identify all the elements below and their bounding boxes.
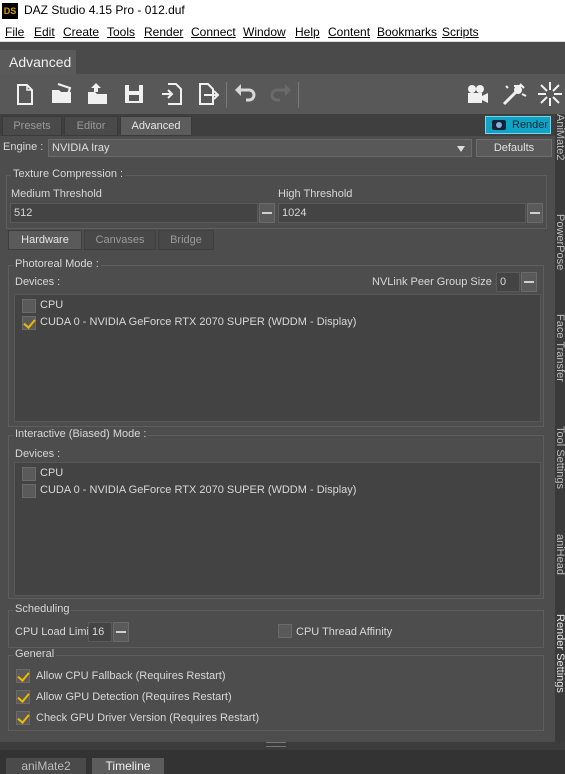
render-settings-pane: Texture Compression : Medium Threshold 5… (0, 160, 555, 742)
cpu-thread-affinity-checkbox[interactable] (278, 624, 292, 638)
nvlink-stepper[interactable] (521, 272, 537, 292)
defaults-button[interactable]: Defaults (476, 139, 552, 157)
main-toolbar (0, 74, 565, 114)
layout-tab-advanced[interactable]: Advanced (0, 50, 76, 74)
undo-icon[interactable] (232, 80, 260, 108)
allow-gpu-detection-label: Allow GPU Detection (Requires Restart) (36, 691, 232, 703)
interactive-cuda0-checkbox[interactable] (22, 484, 36, 498)
side-tab-anihead[interactable]: aniHead (555, 534, 565, 584)
cpu-thread-affinity-label: CPU Thread Affinity (296, 626, 393, 638)
tab-hardware[interactable]: Hardware (8, 230, 82, 250)
interactive-devices-label: Devices : (15, 448, 61, 460)
render-button-label: Render (512, 119, 549, 131)
spotlight-icon[interactable] (500, 80, 528, 108)
import-icon[interactable] (158, 80, 186, 108)
new-file-icon[interactable] (10, 80, 38, 108)
side-tab-animate2[interactable]: AniMate2 (555, 114, 565, 186)
photoreal-cpu-checkbox[interactable] (22, 299, 36, 313)
tab-bridge[interactable]: Bridge (158, 230, 214, 250)
engine-select-value: NVIDIA Iray (52, 142, 110, 154)
camera-icon (492, 120, 506, 130)
interactive-cuda0-label: CUDA 0 - NVIDIA GeForce RTX 2070 SUPER (… (40, 484, 357, 496)
open-folder-icon[interactable] (48, 80, 76, 108)
title-bar: DS DAZ Studio 4.15 Pro - 012.duf (0, 0, 565, 22)
photoreal-mode-title: Photoreal Mode : (13, 258, 101, 270)
splitter-grip-icon (266, 742, 286, 747)
daz-logo-icon: DS (2, 3, 18, 19)
menu-tools[interactable]: Tools (107, 25, 135, 39)
medium-threshold-label: Medium Threshold (11, 188, 102, 200)
medium-threshold-field[interactable]: 512 (10, 203, 258, 223)
render-button[interactable]: Render (485, 116, 551, 134)
cpu-load-limit-stepper[interactable] (113, 622, 129, 642)
render-camera-icon[interactable] (462, 80, 490, 108)
menu-help[interactable]: Help (295, 25, 320, 39)
photoreal-devices-label: Devices : (15, 276, 61, 288)
photoreal-cuda0-checkbox[interactable] (22, 316, 36, 330)
engine-select[interactable]: NVIDIA Iray (48, 139, 472, 157)
high-threshold-field[interactable]: 1024 (278, 203, 526, 223)
save-icon[interactable] (120, 80, 148, 108)
engine-row: Engine : NVIDIA Iray Defaults (0, 136, 555, 160)
export-icon[interactable] (194, 80, 222, 108)
nvlink-field[interactable]: 0 (496, 272, 520, 292)
menu-connect[interactable]: Connect (191, 25, 236, 39)
interactive-mode-title: Interactive (Biased) Mode : (13, 428, 149, 440)
side-tab-powerpose[interactable]: PowerPose (555, 214, 565, 294)
light-burst-icon[interactable] (536, 80, 564, 108)
medium-threshold-slider[interactable] (259, 203, 275, 223)
pane-tab-bar: Presets Editor Advanced (0, 114, 555, 136)
photoreal-cpu-label: CPU (40, 299, 64, 311)
interactive-device-list: CPU CUDA 0 - NVIDIA GeForce RTX 2070 SUP… (14, 462, 541, 596)
nvlink-label: NVLink Peer Group Size : (372, 276, 498, 288)
tab-presets[interactable]: Presets (2, 116, 62, 136)
toolbar-separator (298, 82, 299, 108)
merge-icon[interactable] (84, 80, 112, 108)
toolbar-separator (226, 82, 227, 108)
allow-cpu-fallback-label: Allow CPU Fallback (Requires Restart) (36, 670, 226, 682)
menu-file[interactable]: File (5, 25, 24, 39)
high-threshold-label: High Threshold (278, 188, 353, 200)
high-threshold-slider[interactable] (527, 203, 543, 223)
photoreal-device-list: CPU CUDA 0 - NVIDIA GeForce RTX 2070 SUP… (14, 294, 541, 422)
check-gpu-driver-label: Check GPU Driver Version (Requires Resta… (36, 712, 260, 724)
menu-bar: File Edit Create Tools Render Connect Wi… (0, 22, 565, 42)
side-tab-tool-settings[interactable]: Tool Settings (555, 426, 565, 510)
interactive-cpu-label: CPU (40, 467, 64, 479)
menu-scripts[interactable]: Scripts (442, 25, 479, 39)
layout-tab-strip (0, 42, 565, 74)
cpu-load-limit-field[interactable]: 16 (88, 622, 112, 642)
menu-render[interactable]: Render (144, 25, 183, 39)
side-tab-render-settings[interactable]: Render Settings (555, 614, 565, 706)
engine-label: Engine : (3, 141, 44, 153)
allow-cpu-fallback-checkbox[interactable] (16, 669, 30, 683)
tab-advanced[interactable]: Advanced (120, 116, 192, 136)
cpu-load-limit-label: CPU Load Limit (15, 626, 93, 638)
texture-compression-title: Texture Compression : (11, 168, 126, 180)
redo-icon[interactable] (266, 80, 294, 108)
menu-content[interactable]: Content (328, 25, 370, 39)
interactive-cpu-checkbox[interactable] (22, 467, 36, 481)
side-tab-face-transfer[interactable]: Face Transfer (555, 314, 565, 404)
pane-splitter[interactable] (0, 742, 555, 750)
tab-timeline[interactable]: Timeline (92, 758, 164, 774)
menu-window[interactable]: Window (243, 25, 286, 39)
menu-create[interactable]: Create (63, 25, 99, 39)
photoreal-cuda0-label: CUDA 0 - NVIDIA GeForce RTX 2070 SUPER (… (40, 316, 357, 328)
tab-animate2[interactable]: aniMate2 (6, 758, 86, 774)
allow-gpu-detection-checkbox[interactable] (16, 690, 30, 704)
side-tab-bar: AniMate2 PowerPose Face Transfer Tool Se… (555, 114, 565, 742)
tab-canvases[interactable]: Canvases (84, 230, 156, 250)
check-gpu-driver-checkbox[interactable] (16, 711, 30, 725)
general-title: General (13, 648, 57, 660)
bottom-tab-bar: aniMate2 Timeline (0, 750, 565, 774)
menu-bookmarks[interactable]: Bookmarks (377, 25, 437, 39)
tab-editor[interactable]: Editor (64, 116, 118, 136)
menu-edit[interactable]: Edit (34, 25, 55, 39)
chevron-down-icon (457, 146, 465, 152)
window-title: DAZ Studio 4.15 Pro - 012.duf (24, 3, 185, 17)
scheduling-title: Scheduling (13, 603, 72, 615)
